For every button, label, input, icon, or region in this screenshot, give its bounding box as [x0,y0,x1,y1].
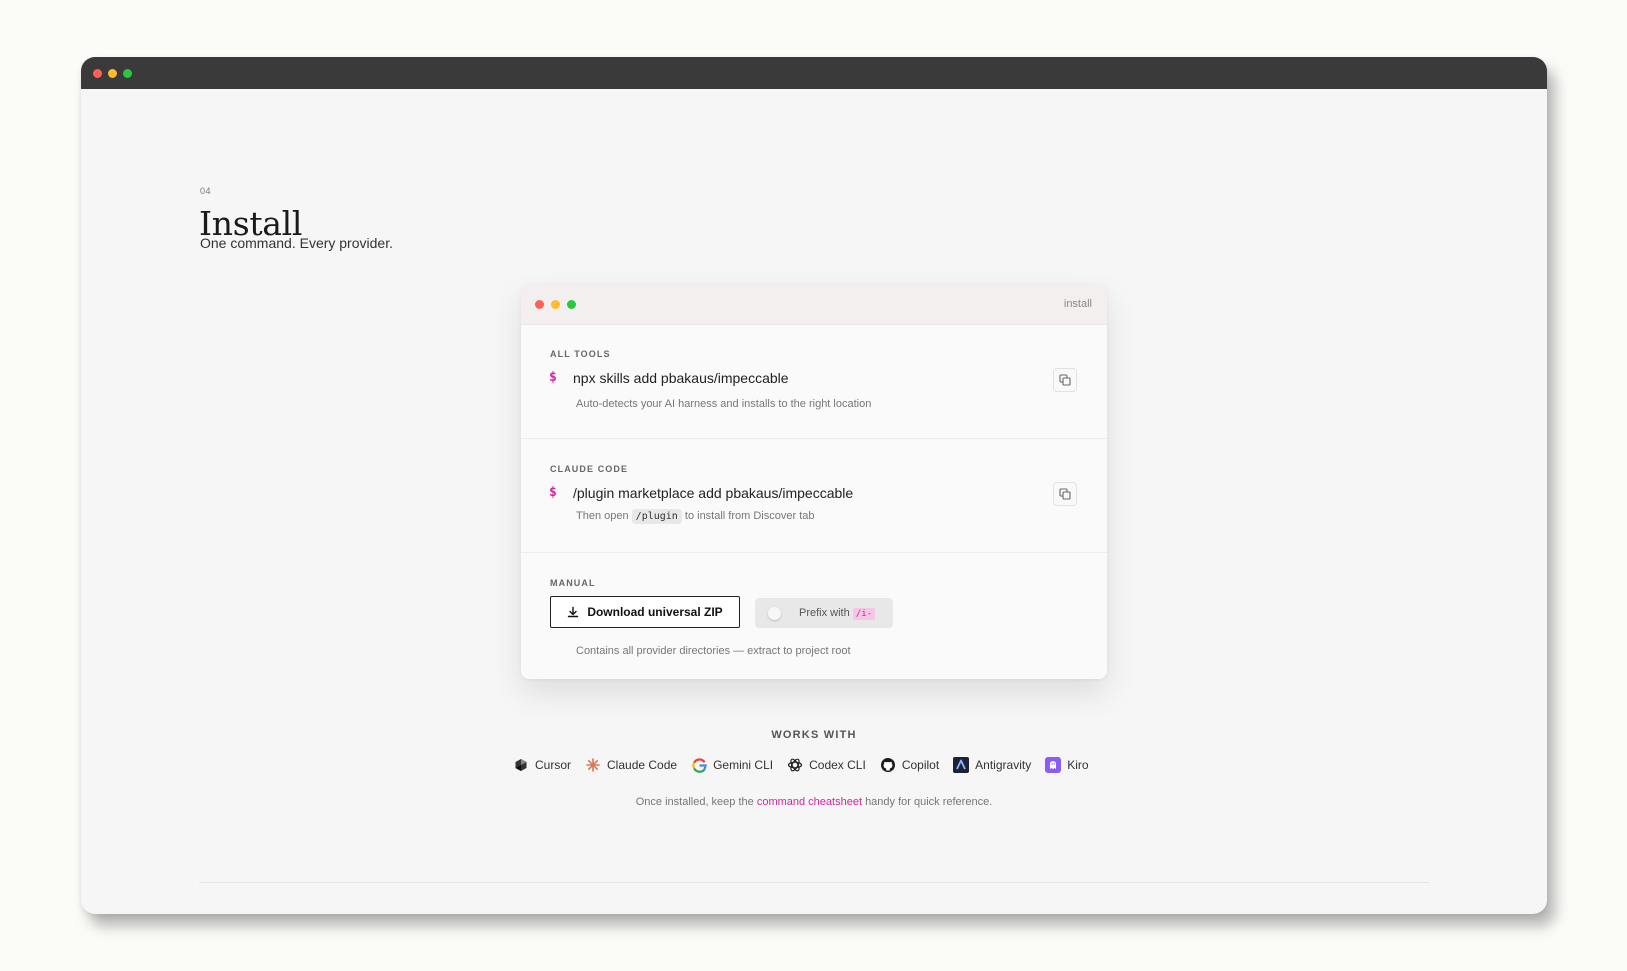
claude-code-command[interactable]: /plugin marketplace add pbakaus/impeccab… [573,485,853,501]
provider-name: Codex CLI [809,758,866,772]
all-tools-section: ALL TOOLS $ npx skills add pbakaus/impec… [521,325,1107,439]
claude-code-section: CLAUDE CODE $ /plugin marketplace add pb… [521,439,1107,553]
provider-name: Antigravity [975,758,1032,772]
claude-code-note-after: to install from Discover tab [684,510,815,522]
kiro-icon [1045,757,1062,773]
terminal-label: install [1063,298,1092,310]
page-content: 04 Install One command. Every provider. … [81,89,1547,914]
section-subtitle: One command. Every provider. [200,235,393,251]
openai-icon [787,757,803,773]
footer-note-after: handy for quick reference. [865,796,993,808]
copy-icon [1059,374,1071,386]
provider-kiro: Kiro [1045,757,1089,773]
manual-note: Contains all provider directories — extr… [576,645,851,657]
prefix-chip: /i- [852,608,876,620]
google-icon [691,757,707,773]
download-zip-label: Download universal ZIP [587,605,723,619]
all-tools-command[interactable]: npx skills add pbakaus/impeccable [573,370,789,386]
browser-window: 04 Install One command. Every provider. … [81,57,1547,914]
provider-name: Claude Code [607,758,678,772]
provider-gemini-cli: Gemini CLI [691,757,773,773]
provider-antigravity: Antigravity [953,757,1031,773]
toggle-knob [768,606,781,620]
claude-icon [585,757,601,773]
manual-section: MANUAL Download universal ZIP Prefix wit… [521,553,1107,679]
footer-note-before: Once installed, keep the [635,796,754,808]
provider-name: Copilot [901,758,940,772]
prefix-toggle[interactable]: Prefix with /i- [755,598,893,628]
provider-name: Cursor [535,758,572,772]
claude-code-note: Then open /plugin to install from Discov… [576,509,815,524]
footer-note: Once installed, keep the command cheatsh… [81,796,1547,808]
download-zip-button[interactable]: Download universal ZIP [550,596,740,628]
browser-titlebar [81,57,1547,89]
provider-name: Kiro [1067,758,1089,772]
minimize-window-button[interactable] [108,69,117,78]
prompt-symbol: $ [549,485,557,500]
github-icon [880,757,896,773]
section-divider [199,882,1429,883]
close-window-button[interactable] [93,69,102,78]
provider-cursor: Cursor [513,757,571,773]
all-tools-caption: ALL TOOLS [550,349,611,359]
plugin-code-chip: /plugin [631,509,682,524]
section-number: 04 [200,186,212,196]
provider-claude-code: Claude Code [585,757,677,773]
command-cheatsheet-link[interactable]: command cheatsheet [757,796,862,808]
toggle-switch[interactable] [767,606,791,620]
provider-name: Gemini CLI [713,758,774,772]
install-terminal-card: install ALL TOOLS $ npx skills add pbaka… [521,284,1107,679]
copy-icon [1059,488,1071,500]
provider-codex-cli: Codex CLI [787,757,866,773]
terminal-red-dot [535,300,544,309]
copy-all-tools-button[interactable] [1053,368,1077,392]
download-icon [568,606,579,618]
claude-code-note-before: Then open [576,510,629,522]
provider-copilot: Copilot [880,757,939,773]
manual-caption: MANUAL [550,578,596,588]
terminal-header: install [521,284,1107,325]
works-with-heading: WORKS WITH [771,729,857,741]
maximize-window-button[interactable] [123,69,132,78]
cursor-icon [513,757,529,773]
all-tools-note: Auto-detects your AI harness and install… [576,398,872,410]
prompt-symbol: $ [549,370,557,385]
terminal-green-dot [567,300,576,309]
provider-list: Cursor Claude Code Gemini CLI Codex CLI … [513,757,1089,773]
terminal-yellow-dot [551,300,560,309]
claude-code-caption: CLAUDE CODE [550,464,629,474]
copy-claude-code-button[interactable] [1053,482,1077,506]
prefix-label: Prefix with /i- [799,607,876,620]
antigravity-icon [953,757,970,773]
